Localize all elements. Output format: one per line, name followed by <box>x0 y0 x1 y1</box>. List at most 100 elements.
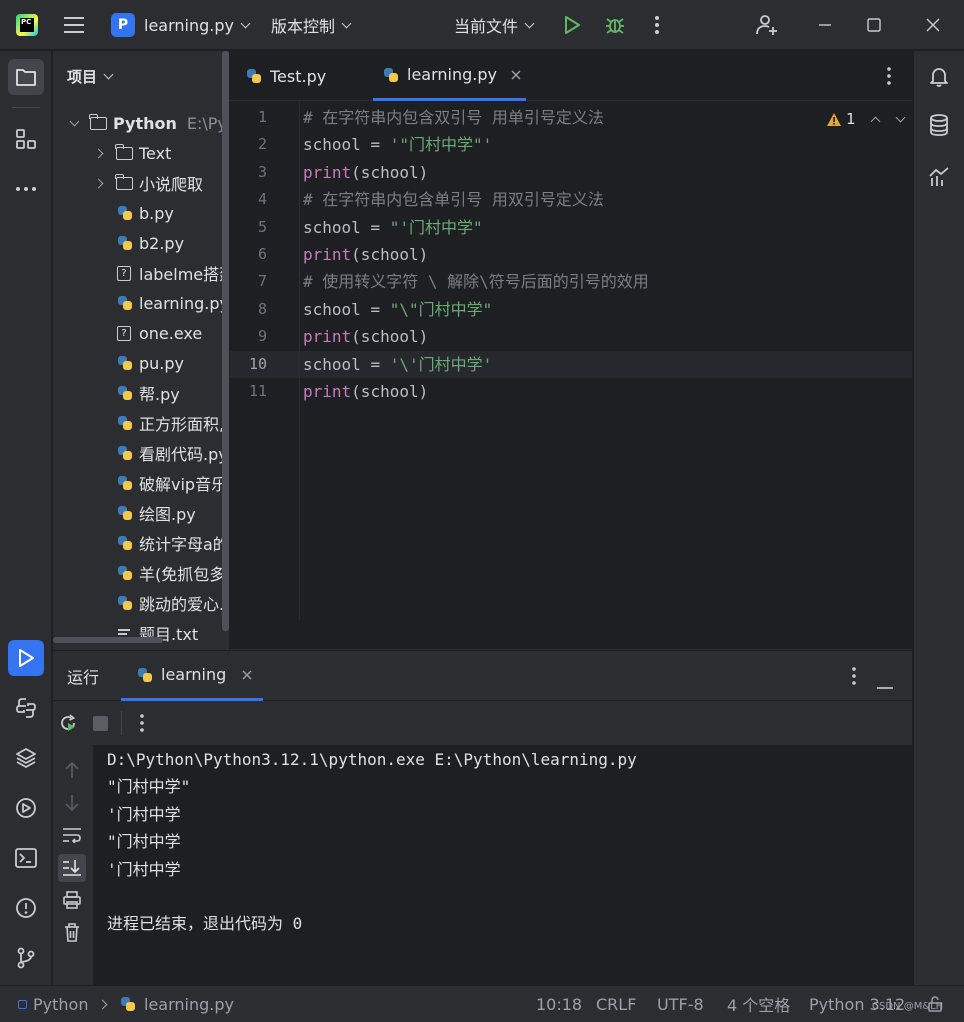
run-tab-learning[interactable]: learning <box>121 651 263 701</box>
git-button[interactable] <box>8 940 44 976</box>
rerun-icon[interactable] <box>58 713 78 737</box>
add-user-icon[interactable] <box>755 0 779 50</box>
console-output[interactable]: D:\Python\Python3.12.1\python.exe E:\Pyt… <box>93 745 912 985</box>
code-line[interactable]: # 在字符串内包含单引号 用双引号定义法 <box>303 186 604 213</box>
database-button[interactable] <box>921 107 957 143</box>
close-icon[interactable] <box>511 70 521 80</box>
run-tool-button[interactable] <box>8 640 44 676</box>
horizontal-scrollbar[interactable] <box>53 637 163 643</box>
problems-button[interactable] <box>8 890 44 926</box>
console-line: '门村中学 <box>107 804 181 824</box>
more-vertical-icon[interactable] <box>849 667 859 689</box>
console-line: "门村中学" <box>107 777 191 797</box>
minimize-icon[interactable] <box>818 0 832 50</box>
tree-item-label: 羊(免抓包多 <box>139 565 226 584</box>
vcs-label: 版本控制 <box>271 17 336 36</box>
pycharm-logo-icon[interactable]: PC <box>16 0 38 50</box>
soft-wrap-icon[interactable] <box>62 827 82 847</box>
python-packages-button[interactable] <box>8 740 44 776</box>
code-line[interactable]: school = "\"门村中学" <box>303 296 492 323</box>
code-line[interactable]: school = "'门村中学" <box>303 214 483 241</box>
code-line[interactable]: print(school) <box>303 323 428 350</box>
tree-item-label: 看剧代码.py <box>139 445 228 464</box>
line-number: 10 <box>248 354 267 373</box>
arrow-down-icon[interactable] <box>64 794 80 816</box>
code-line[interactable]: school = '\'门村中学' <box>303 351 492 378</box>
more-tools-button[interactable] <box>8 171 44 207</box>
more-vertical-icon[interactable] <box>137 714 147 736</box>
tree-root[interactable]: Python E:\Py <box>69 108 227 138</box>
tree-item[interactable]: 帮.py <box>117 378 180 408</box>
line-number: 3 <box>257 162 267 181</box>
chevron-down-icon[interactable] <box>895 112 905 122</box>
status-caret-position[interactable]: 10:18 <box>536 986 582 1022</box>
scroll-to-end-icon[interactable] <box>58 854 86 882</box>
code-line[interactable]: print(school) <box>303 378 428 405</box>
status-encoding[interactable]: UTF-8 <box>657 986 704 1022</box>
folder-icon <box>115 143 133 160</box>
chevron-up-icon[interactable] <box>870 116 880 126</box>
python-file-icon <box>117 205 133 221</box>
hamburger-menu-icon[interactable] <box>63 0 85 50</box>
more-vertical-icon[interactable] <box>650 0 664 50</box>
code-line[interactable]: # 在字符串内包含双引号 用单引号定义法 <box>303 104 604 131</box>
maximize-icon[interactable] <box>867 0 881 50</box>
sciview-button[interactable] <box>921 159 957 195</box>
code-line[interactable]: print(school) <box>303 241 428 268</box>
print-icon[interactable] <box>63 891 81 913</box>
terminal-button[interactable] <box>8 840 44 876</box>
debug-bug-icon[interactable] <box>604 0 626 50</box>
arrow-up-icon[interactable] <box>64 761 80 783</box>
vcs-menu[interactable]: 版本控制 <box>271 0 352 50</box>
trash-icon[interactable] <box>64 923 80 946</box>
tree-item[interactable]: Text <box>93 138 171 168</box>
tree-item[interactable]: b.py <box>117 198 174 228</box>
python-console-button[interactable] <box>8 690 44 726</box>
tree-item[interactable]: 绘图.py <box>117 498 196 528</box>
services-button[interactable] <box>8 790 44 826</box>
structure-tool-button[interactable] <box>8 121 44 157</box>
folder-icon <box>89 113 107 130</box>
code-line[interactable]: school = '"门村中学"' <box>303 131 492 158</box>
run-icon[interactable] <box>562 0 582 50</box>
chevron-right-icon[interactable] <box>93 148 104 158</box>
project-selector[interactable]: P learning.py <box>111 0 251 50</box>
python-file-icon <box>383 67 399 83</box>
tree-item[interactable]: 破解vip音乐 <box>117 468 227 498</box>
tree-item[interactable]: 题目.txt <box>117 618 198 648</box>
notifications-button[interactable] <box>921 59 957 95</box>
tree-item[interactable]: ? labelme搭建 <box>117 258 229 288</box>
tree-item[interactable]: 羊(免抓包多 <box>117 558 225 588</box>
code-line[interactable]: # 使用转义字符 \ 解除\符号后面的引号的效用 <box>303 268 649 295</box>
tree-item[interactable]: 正方形面积, <box>117 408 224 438</box>
status-line-ending[interactable]: CRLF <box>596 986 636 1022</box>
code-line[interactable]: print(school) <box>303 159 428 186</box>
line-number: 8 <box>257 299 267 318</box>
tree-item[interactable]: pu.py <box>117 348 184 378</box>
run-config-selector[interactable]: 当前文件 <box>454 0 535 50</box>
tree-item[interactable]: 统计字母a的 <box>117 528 229 558</box>
status-indent[interactable]: 4 个空格 <box>727 986 790 1022</box>
close-icon[interactable] <box>242 670 252 680</box>
tab-learning-py[interactable]: learning.py <box>373 51 526 101</box>
tree-item[interactable]: ? one.exe <box>117 318 202 348</box>
tree-item[interactable]: 跳动的爱心.p <box>117 588 229 618</box>
close-icon[interactable] <box>926 0 940 50</box>
minimize-panel-icon[interactable] <box>877 675 893 693</box>
status-file[interactable]: learning.py <box>120 986 234 1022</box>
vertical-scrollbar[interactable] <box>222 51 229 631</box>
tree-item[interactable]: learning.py <box>117 288 229 318</box>
project-panel-header[interactable]: 项目 <box>67 51 114 101</box>
tree-item[interactable]: b2.py <box>117 228 184 258</box>
tree-item[interactable]: 小说爬取 <box>93 168 203 198</box>
tree-item[interactable]: 看剧代码.py <box>117 438 228 468</box>
line-number: 4 <box>257 190 267 209</box>
tab-test-py[interactable]: Test.py <box>246 51 326 101</box>
more-vertical-icon[interactable] <box>884 51 894 101</box>
code-editor[interactable]: 1 2 3 4 5 6 7 8 9 10 11 # 在字符串内包含双引号 用单引号定义法 school… <box>230 101 912 620</box>
stop-icon[interactable] <box>93 716 108 731</box>
status-project[interactable]: Python <box>18 986 88 1022</box>
inspection-widget[interactable]: 1 <box>826 108 905 130</box>
project-tool-button[interactable] <box>8 59 44 95</box>
chevron-right-icon[interactable] <box>93 178 104 188</box>
